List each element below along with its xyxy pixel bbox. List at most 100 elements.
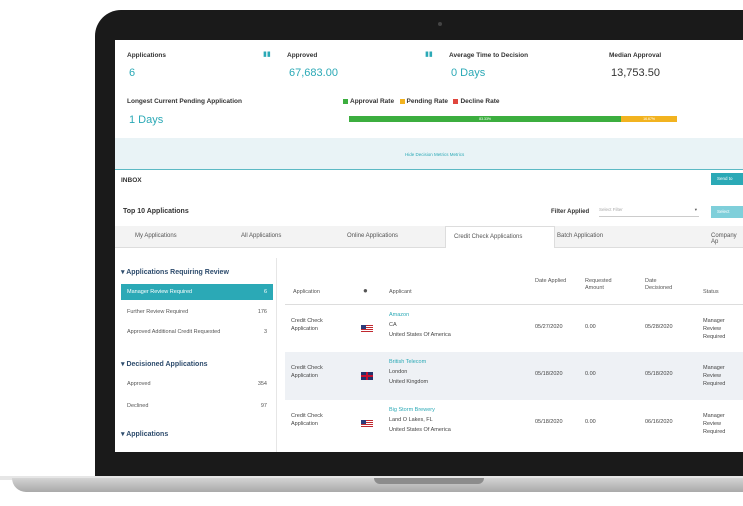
sidebar-item-declined[interactable]: Declined 97 [121,398,273,414]
sidebar-item-count: 354 [257,381,267,387]
section-title: Decisioned Applications [126,361,208,368]
date-decisioned: 06/16/2020 [645,419,673,425]
laptop-mockup: Applications ▮▮ 6 Approved ▮▮ 67,683.00 … [0,0,743,506]
inbox-title: INBOX [121,177,142,184]
send-to-button[interactable]: Send to [711,173,743,185]
approval-rate-label: Approval Rate [350,98,395,105]
applicant-name[interactable]: Big Storm Brewery [389,406,435,414]
requested-amount: 0.00 [585,371,596,377]
metric-approved-value: 67,683.00 [289,67,338,79]
status: Manager Review Required [703,365,726,387]
pending-rate-segment: 16.67% [621,116,677,122]
date-decisioned: 05/28/2020 [645,324,673,330]
date-applied: 05/18/2020 [535,419,563,425]
table-row[interactable]: Credit Check Application British Telecom… [285,352,743,400]
us-flag-icon [361,420,373,428]
section-decisioned-applications[interactable]: ▾ Decisioned Applications [121,360,208,368]
approval-dot [343,98,348,104]
col-date-decisioned[interactable]: Date Decisioned [645,278,685,292]
date-decisioned: 05/18/2020 [645,371,673,377]
filter-select[interactable]: Select Filter ▾ [599,207,699,217]
sidebar-item-count: 176 [257,309,267,315]
col-requested-amount[interactable]: Requested Amount [585,278,625,292]
approval-rate-segment: 83.33% [349,116,622,122]
table-row[interactable]: Credit Check Application Big Storm Brewe… [285,400,743,448]
application-type: Credit Check Application [291,413,323,427]
chevron-down-icon: ▾ [694,207,697,212]
pending-rate-label: Pending Rate [406,98,449,105]
metric-longest-value: 1 Days [129,114,164,126]
application-tabs: My Applications All Applications Online … [115,226,743,248]
sidebar-item-label: Manager Review Required [127,289,193,295]
section-applications-requiring-review[interactable]: ▾ Applications Requiring Review [121,268,229,276]
sidebar-item-label: Declined [127,403,149,409]
col-applicant[interactable]: Applicant [389,289,412,296]
table-row[interactable]: Credit Check Application Amazon CA Unite… [285,305,743,353]
sidebar-item-count: 97 [260,403,267,409]
applicant-line2: Land O Lakes, FL [389,417,433,423]
metric-applications-value: 6 [129,67,136,79]
date-applied: 05/27/2020 [535,324,563,330]
metric-median-value: 13,753.50 [611,67,660,79]
applicant-name[interactable]: Amazon [389,311,409,319]
tab-all-applications[interactable]: All Applications [241,233,281,239]
uk-flag-icon [361,372,373,380]
status: Manager Review Required [703,318,726,340]
sidebar-item-label: Further Review Required [127,309,189,315]
sidebar-item-label: Approved [127,381,151,387]
filter-label: Filter Applied [551,209,590,215]
col-date-applied[interactable]: Date Applied [535,278,569,285]
tab-online-applications[interactable]: Online Applications [347,233,398,239]
sidebar-item-approved[interactable]: Approved 354 [121,376,273,392]
applicant-line3: United States Of America [389,332,451,338]
tab-credit-check-applications[interactable]: Credit Check Applications [445,226,555,248]
laptop-notch [374,478,484,484]
tab-batch-application[interactable]: Batch Application [557,233,603,239]
approval-rate-text: 83.33% [479,117,492,121]
sidebar: ▾ Applications Requiring Review Manager … [115,258,277,452]
camera-icon [438,22,442,26]
decline-rate-label: Decline Rate [460,98,500,105]
tab-company-applications[interactable]: Company Ap [711,233,743,245]
requested-amount: 0.00 [585,324,596,330]
applicant-line2: London [389,369,408,375]
sidebar-item-additional-credit[interactable]: Approved Additional Credit Requested 3 [121,324,273,340]
metric-longest-label: Longest Current Pending Application [127,98,242,105]
decline-dot [453,98,459,104]
tab-my-applications[interactable]: My Applications [135,233,177,239]
col-status[interactable]: Status [703,289,719,296]
section-applications[interactable]: ▾ Applications [121,430,168,438]
top10-title: Top 10 Applications [123,208,189,215]
date-applied: 05/18/2020 [535,371,563,377]
applicant-line3: United Kingdom [389,379,429,385]
bar-chart-icon[interactable]: ▮▮ [425,50,433,58]
sidebar-item-count: 3 [263,329,267,335]
section-title: Applications Requiring Review [126,269,229,276]
filter-placeholder: Select Filter [599,207,623,212]
metric-applications-label: Applications [127,52,167,59]
col-application[interactable]: Application [293,289,320,296]
pending-rate-text: 16.67% [643,117,656,121]
pending-dot [399,98,405,104]
select-filter-button[interactable]: Select [711,206,743,218]
applicant-line3: United States Of America [389,427,451,433]
bar-chart-icon[interactable]: ▮▮ [263,50,271,58]
section-title: Applications [126,431,169,438]
application-type: Credit Check Application [291,318,323,332]
us-flag-icon [361,325,373,333]
sidebar-item-count: 6 [263,289,267,295]
metric-avg-time-value: 0 Days [451,67,486,79]
applicant-name[interactable]: British Telecom [389,358,426,366]
app-screen: Applications ▮▮ 6 Approved ▮▮ 67,683.00 … [115,40,743,452]
sidebar-item-label: Approved Additional Credit Requested [127,329,221,335]
rate-bar: 83.33% 16.67% [349,116,677,122]
globe-icon: ● [363,286,368,295]
sidebar-item-further-review[interactable]: Further Review Required 176 [121,304,273,320]
metric-median-label: Median Approval [609,52,662,59]
sidebar-item-manager-review[interactable]: Manager Review Required 6 [121,284,273,300]
hide-metrics-link[interactable]: Hide Decision Metrics Metrics [405,152,464,157]
status: Manager Review Required [703,413,726,435]
rate-legend: Approval Rate Pending Rate Decline Rate [343,98,500,105]
applicant-line2: CA [389,322,397,328]
metric-approved-label: Approved [287,52,318,59]
